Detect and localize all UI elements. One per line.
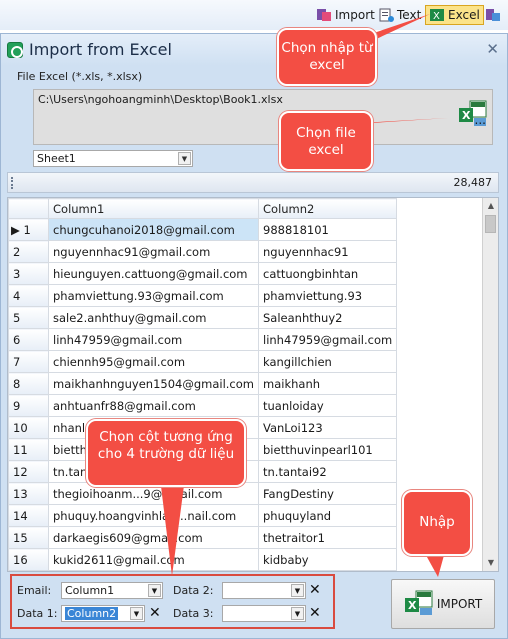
callout-chon-cot-tuong-ung: Chọn cột tương ứng cho 4 trường dữ liệu [86, 419, 246, 487]
callout-chon-file-excel: Chọn file excel [279, 111, 373, 171]
callout-chon-nhap-excel: Chọn nhập từ excel [277, 28, 377, 86]
callout-nhap: Nhập [402, 490, 472, 556]
